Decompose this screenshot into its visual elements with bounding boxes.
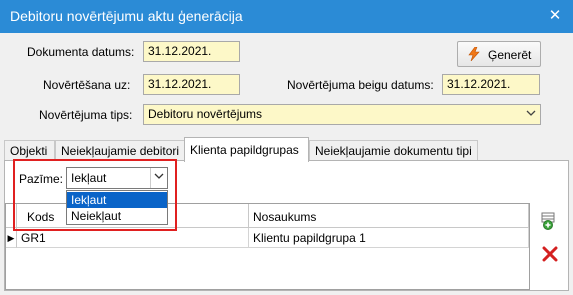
dropdown-option-neieklaut[interactable]: Neiekļaut [67,208,167,224]
row-indicator-icon: ▶ [6,228,17,248]
pazime-select[interactable]: Iekļaut [66,167,168,189]
column-header-nosaukums[interactable]: Nosaukums [249,204,529,228]
lightning-icon [468,46,480,63]
close-icon[interactable]: ✕ [545,6,565,26]
window-title: Debitoru novērtējumu aktu ģenerācija [10,8,243,24]
tips-label: Novērtējuma tips: [39,108,133,122]
tab-klienta-papildgrupas[interactable]: Klienta papildgrupas [184,137,309,162]
generate-button[interactable]: Ģenerēt [457,41,541,67]
tips-combo[interactable]: Debitoru novērtējums [143,104,541,125]
pazime-value: Iekļaut [71,171,107,185]
title-bar: Debitoru novērtējumu aktu ģenerācija ✕ [0,0,573,33]
tab-neieklaujamie-debitori[interactable]: Neiekļaujamie debitori [55,140,185,161]
add-record-icon[interactable] [540,211,560,231]
beigu-datums-label: Novērtējuma beigu datums: [287,78,434,92]
table-cell-nosaukums[interactable]: Klientu papildgrupa 1 [249,228,529,248]
tips-value: Debitoru novērtējums [148,107,263,121]
novertesana-uz-field[interactable]: 31.12.2021. [143,74,240,95]
dokumenta-datums-label: Dokumenta datums: [27,45,135,59]
tab-neieklaujamie-dokumentu-tipi[interactable]: Neiekļaujamie dokumentu tipi [309,140,478,161]
generate-button-label: Ģenerēt [488,48,532,62]
dokumenta-datums-field[interactable]: 31.12.2021. [143,41,240,62]
novertesana-uz-label: Novērtēšana uz: [43,78,131,92]
chevron-down-icon[interactable] [522,105,540,124]
pazime-label: Pazīme: [19,172,64,186]
grid-corner [6,204,17,228]
dropdown-option-ieklaut[interactable]: Iekļaut [67,192,167,208]
beigu-datums-field[interactable]: 31.12.2021. [442,74,540,95]
delete-icon[interactable] [540,244,560,264]
table-cell-kods[interactable]: GR1 [17,228,249,248]
chevron-down-icon[interactable] [150,168,167,188]
pazime-dropdown-list: Iekļaut Neiekļaut [66,190,168,225]
tab-objekti[interactable]: Objekti [4,140,55,161]
